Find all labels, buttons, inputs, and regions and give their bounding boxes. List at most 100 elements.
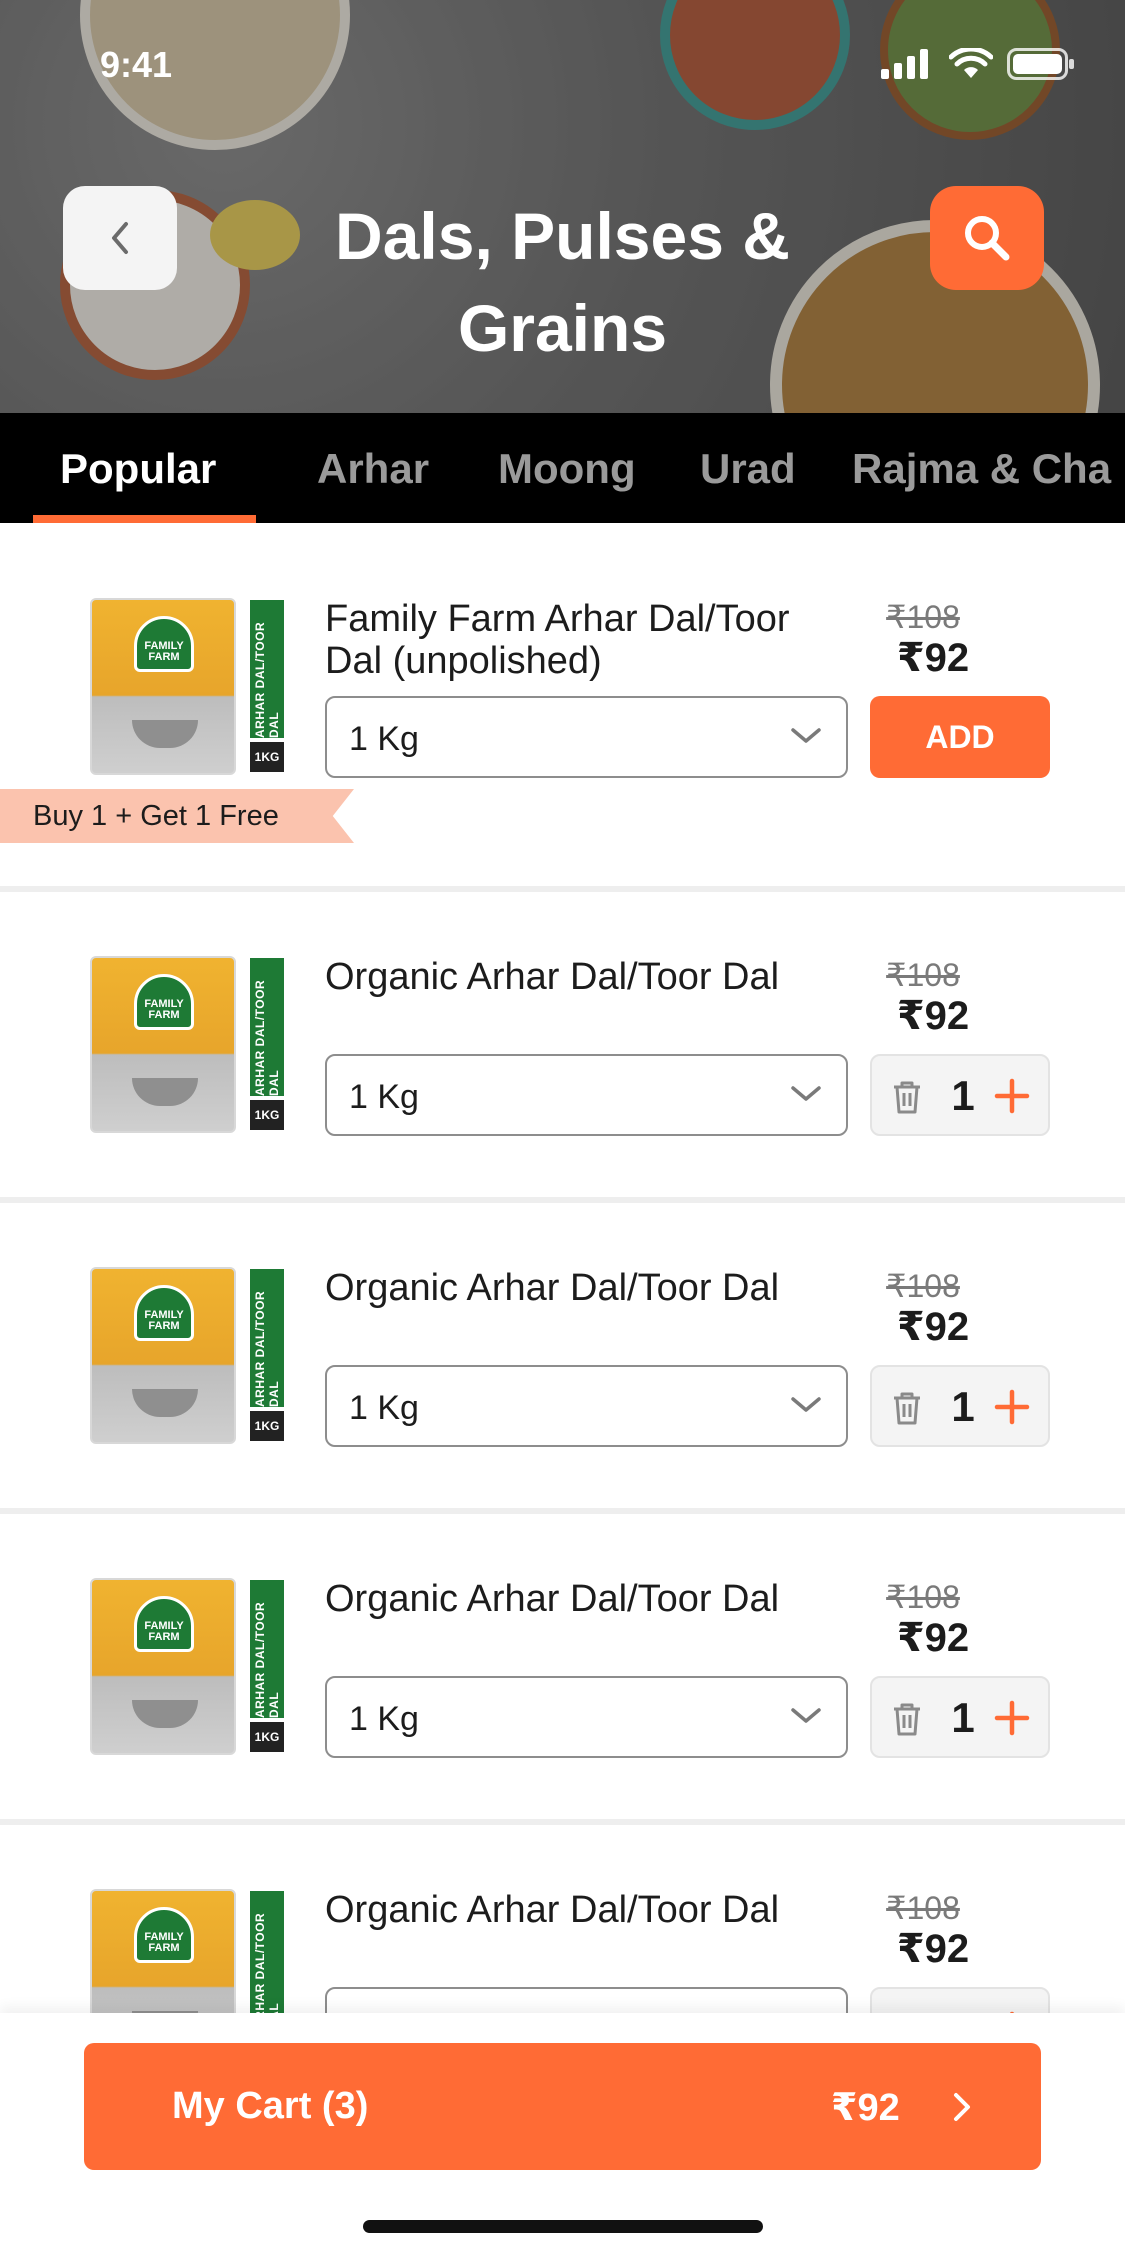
product-name[interactable]: Family Farm Arhar Dal/Toor Dal (unpolish… [325,598,845,682]
plus-icon[interactable] [994,1078,1030,1114]
variant-select[interactable]: 1 Kg [325,1676,848,1758]
cart-total: ₹92 [831,2087,900,2129]
pack-side-label: ARHAR DAL/TOOR DAL [250,1580,284,1718]
product-image: FAMILY FARM ARHAR DAL/TOOR DAL 1KG [90,956,285,1133]
pack-side-label: ARHAR DAL/TOOR DAL [250,1891,284,2013]
original-price: ₹108 [886,599,960,635]
chevron-down-icon [791,1086,821,1101]
tab-moong[interactable]: Moong [498,445,636,493]
product-name[interactable]: Organic Arhar Dal/Toor Dal [325,1578,845,1620]
pack-size-badge: 1KG [250,1722,284,1752]
trash-icon[interactable] [890,1701,924,1737]
product-image: FAMILY FARM ARHAR DAL/TOOR DAL 1KG [90,1267,285,1444]
battery-icon [1007,48,1074,80]
add-button[interactable]: ADD [870,696,1050,778]
plus-icon[interactable] [994,1700,1030,1736]
my-cart-button[interactable]: My Cart (3) ₹92 [84,2043,1041,2170]
status-time: 9:41 [100,44,173,85]
product-image: FAMILY FARM ARHAR DAL/TOOR DAL 1KG [90,1889,285,2013]
variant-select[interactable]: 1 Kg [325,1365,848,1447]
product-pack: FAMILY FARM [90,956,236,1133]
product-card[interactable]: FAMILY FARM ARHAR DAL/TOOR DAL 1KG Organ… [0,1203,1125,1508]
product-pack: FAMILY FARM [90,1889,236,2013]
active-tab-indicator [33,515,256,523]
chevron-down-icon [791,728,821,743]
variant-value: 1 Kg [349,1389,419,1427]
product-card[interactable]: FAMILY FARM ARHAR DAL/TOOR DAL 1KG Organ… [0,1514,1125,1819]
pack-size-badge: 1KG [250,742,284,772]
trash-icon[interactable] [890,1079,924,1115]
variant-value: 1 Kg [349,1078,419,1116]
variant-select[interactable]: 1 Kg [325,1987,848,2013]
plus-icon[interactable] [994,1389,1030,1425]
search-icon [965,216,1010,261]
brand-emblem: FAMILY FARM [134,1285,194,1341]
brand-emblem: FAMILY FARM [134,1907,194,1963]
original-price: ₹108 [886,1579,960,1615]
product-name[interactable]: Organic Arhar Dal/Toor Dal [325,956,845,998]
product-card[interactable]: FAMILY FARM ARHAR DAL/TOOR DAL 1KG Famil… [0,523,1125,886]
status-icons [881,48,1075,80]
pack-bowl [132,1078,198,1106]
quantity-value: 1 [948,2005,978,2013]
sale-price: ₹92 [896,994,970,1038]
product-image: FAMILY FARM ARHAR DAL/TOOR DAL 1KG [90,598,285,775]
product-pack: FAMILY FARM [90,598,236,775]
home-indicator [363,2220,763,2233]
pack-size-badge: 1KG [250,1100,284,1130]
trash-icon[interactable] [890,1390,924,1426]
product-card[interactable]: FAMILY FARM ARHAR DAL/TOOR DAL 1KG Organ… [0,892,1125,1197]
quantity-value: 1 [951,1694,975,1741]
product-card[interactable]: FAMILY FARM ARHAR DAL/TOOR DAL 1KG Organ… [0,1825,1125,2013]
product-list[interactable]: FAMILY FARM ARHAR DAL/TOOR DAL 1KG Famil… [0,523,1125,2013]
signal-icon [881,49,928,79]
variant-select[interactable]: 1 Kg [325,696,848,778]
brand-emblem: FAMILY FARM [134,974,194,1030]
sale-price: ₹92 [896,636,970,680]
pack-bowl [132,720,198,748]
tab-arhar[interactable]: Arhar [317,445,429,493]
cart-label: My Cart (3) [172,2085,369,2127]
wifi-icon [949,48,993,78]
product-pack: FAMILY FARM [90,1267,236,1444]
original-price: ₹108 [886,957,960,993]
pack-bowl [132,1389,198,1417]
pack-side-label: ARHAR DAL/TOOR DAL [250,600,284,738]
back-chevron-icon [112,222,128,254]
variant-value: 1 Kg [349,1700,419,1738]
bottom-bar: My Cart (3) ₹92 [0,2013,1125,2250]
offer-ribbon: Buy 1 + Get 1 Free [0,789,354,843]
sale-price: ₹92 [896,1616,970,1660]
chevron-right-icon [954,2093,970,2121]
quantity-stepper: 1 [870,1987,1050,2013]
brand-emblem: FAMILY FARM [134,1596,194,1652]
pack-side-label: ARHAR DAL/TOOR DAL [250,958,284,1096]
pack-size-badge: 1KG [250,1411,284,1441]
sale-price: ₹92 [896,1305,970,1349]
tab-popular[interactable]: Popular [60,445,216,493]
tab-urad[interactable]: Urad [700,445,796,493]
variant-value: 1 Kg [349,720,419,758]
original-price: ₹108 [886,1268,960,1304]
category-header: 9:41 Dals, Pulses & Grains [0,0,1125,413]
product-image: FAMILY FARM ARHAR DAL/TOOR DAL 1KG [90,1578,285,1755]
brand-emblem: FAMILY FARM [134,616,194,672]
quantity-stepper: 1 [870,1676,1050,1758]
page-title: Dals, Pulses & Grains [335,199,790,365]
original-price: ₹108 [886,1890,960,1926]
product-name[interactable]: Organic Arhar Dal/Toor Dal [325,1889,845,1931]
category-tabs: Popular Arhar Moong Urad Rajma & Cha [0,413,1125,523]
pack-side-label: ARHAR DAL/TOOR DAL [250,1269,284,1407]
quantity-value: 1 [951,1072,975,1119]
tab-rajma-chana[interactable]: Rajma & Cha [852,445,1111,493]
chevron-down-icon [791,1708,821,1723]
sale-price: ₹92 [896,1927,970,1971]
quantity-value: 1 [951,1383,975,1430]
chevron-down-icon [791,1397,821,1412]
variant-select[interactable]: 1 Kg [325,1054,848,1136]
quantity-stepper: 1 [870,1054,1050,1136]
product-pack: FAMILY FARM [90,1578,236,1755]
search-button[interactable] [930,186,1044,290]
product-name[interactable]: Organic Arhar Dal/Toor Dal [325,1267,845,1309]
back-button[interactable] [63,186,177,290]
